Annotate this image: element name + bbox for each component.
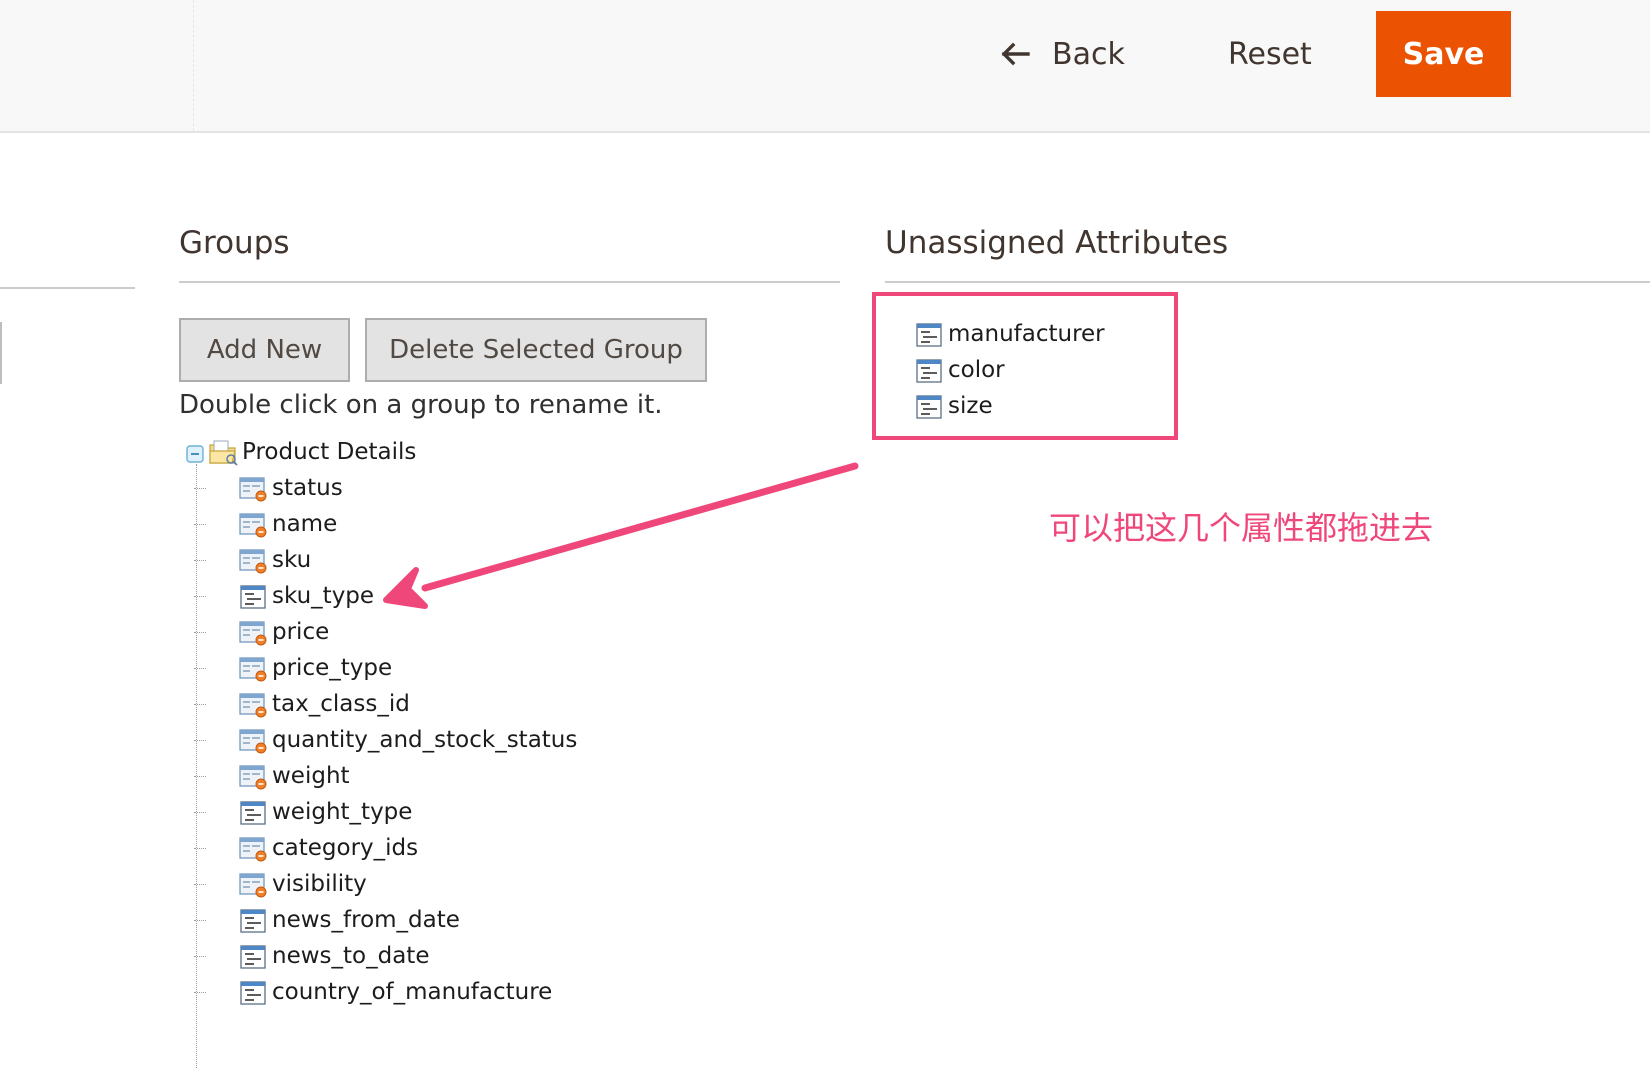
page-actions-bar: Back Reset Save: [0, 0, 1650, 133]
system-attribute-icon: [239, 513, 267, 538]
tree-item-label: news_to_date: [272, 943, 430, 969]
tree-connector: [194, 524, 206, 525]
unassigned-attribute-item[interactable]: size: [914, 388, 993, 424]
system-attribute-icon: [239, 873, 267, 898]
system-attribute-icon: [239, 549, 267, 574]
tree-connector: [194, 920, 206, 921]
rename-hint: Double click on a group to rename it.: [179, 390, 663, 420]
unassigned-attribute-label: color: [948, 357, 1005, 383]
tree-item[interactable]: sku_type: [194, 578, 375, 614]
system-attribute-icon: [239, 693, 267, 718]
attribute-icon: [240, 801, 266, 825]
system-attribute-icon: [239, 621, 267, 646]
tree-item[interactable]: news_from_date: [194, 902, 460, 938]
add-new-group-button[interactable]: Add New: [179, 318, 350, 382]
tree-connector: [194, 884, 206, 885]
toolbar-divider: [193, 0, 194, 131]
tree-item-label: weight_type: [272, 799, 413, 825]
folder-icon: [209, 440, 238, 466]
tree-connector: [194, 740, 206, 741]
system-attribute-icon: [239, 837, 267, 862]
back-button-label: Back: [1052, 36, 1125, 72]
annotation-text: 可以把这几个属性都拖进去: [1049, 509, 1434, 547]
tree-item-label: tax_class_id: [272, 691, 410, 717]
system-attribute-icon: [239, 477, 267, 502]
tree-item[interactable]: weight_type: [194, 794, 413, 830]
tree-connector: [194, 596, 206, 597]
left-field-edge: [0, 322, 2, 384]
tree-item[interactable]: price_type: [194, 650, 393, 686]
left-section-rule: [0, 287, 135, 289]
tree-item[interactable]: category_ids: [194, 830, 419, 866]
tree-item-label: visibility: [272, 871, 367, 897]
tree-item[interactable]: status: [194, 470, 343, 506]
tree-item-label: price: [272, 619, 330, 645]
unassigned-attribute-label: size: [948, 393, 993, 419]
back-button[interactable]: Back: [1000, 26, 1125, 82]
tree-item-label: sku_type: [272, 583, 375, 609]
groups-title-rule: [179, 281, 840, 283]
tree-group-product-details[interactable]: Product Details: [208, 434, 416, 470]
tree-item-label: price_type: [272, 655, 393, 681]
tree-item[interactable]: quantity_and_stock_status: [194, 722, 578, 758]
tree-item[interactable]: visibility: [194, 866, 367, 902]
attribute-icon: [240, 909, 266, 933]
tree-connector-line: [196, 464, 197, 1068]
system-attribute-icon: [239, 765, 267, 790]
tree-item-label: weight: [272, 763, 350, 789]
unassigned-title-rule: [885, 281, 1650, 283]
tree-connector: [194, 560, 206, 561]
attribute-icon: [240, 585, 266, 609]
tree-item-label: category_ids: [272, 835, 419, 861]
tree-connector: [194, 776, 206, 777]
tree-item[interactable]: tax_class_id: [194, 686, 410, 722]
tree-item-label: quantity_and_stock_status: [272, 727, 578, 753]
attribute-icon: [916, 395, 942, 419]
tree-item[interactable]: sku: [194, 542, 312, 578]
tree-item-label: name: [272, 511, 338, 537]
unassigned-attributes-title: Unassigned Attributes: [885, 225, 1229, 261]
reset-button[interactable]: Reset: [1228, 26, 1312, 82]
tree-connector: [194, 632, 206, 633]
tree-connector: [194, 848, 206, 849]
tree-item-label: news_from_date: [272, 907, 460, 933]
unassigned-attribute-item[interactable]: manufacturer: [914, 316, 1105, 352]
delete-selected-group-button[interactable]: Delete Selected Group: [365, 318, 707, 382]
tree-item-label: country_of_manufacture: [272, 979, 553, 1005]
attribute-icon: [240, 981, 266, 1005]
attribute-icon: [240, 945, 266, 969]
unassigned-attribute-label: manufacturer: [948, 321, 1105, 347]
unassigned-attribute-item[interactable]: color: [914, 352, 1005, 388]
tree-group-label: Product Details: [242, 439, 417, 465]
system-attribute-icon: [239, 729, 267, 754]
tree-item-label: status: [272, 475, 343, 501]
tree-connector: [194, 812, 206, 813]
tree-item[interactable]: price: [194, 614, 330, 650]
tree-connector: [194, 488, 206, 489]
tree-connector: [194, 956, 206, 957]
save-button[interactable]: Save: [1376, 11, 1511, 97]
tree-item[interactable]: news_to_date: [194, 938, 430, 974]
attribute-icon: [916, 323, 942, 347]
tree-connector: [194, 704, 206, 705]
tree-item[interactable]: weight: [194, 758, 350, 794]
groups-tree: Product Details status name sku sku_type…: [184, 434, 824, 1068]
tree-connector: [194, 992, 206, 993]
tree-item[interactable]: country_of_manufacture: [194, 974, 553, 1010]
tree-connector: [194, 668, 206, 669]
attribute-icon: [916, 359, 942, 383]
arrow-left-icon: [1000, 42, 1030, 66]
groups-title: Groups: [179, 225, 290, 261]
system-attribute-icon: [239, 657, 267, 682]
tree-item-label: sku: [272, 547, 312, 573]
tree-item[interactable]: name: [194, 506, 338, 542]
